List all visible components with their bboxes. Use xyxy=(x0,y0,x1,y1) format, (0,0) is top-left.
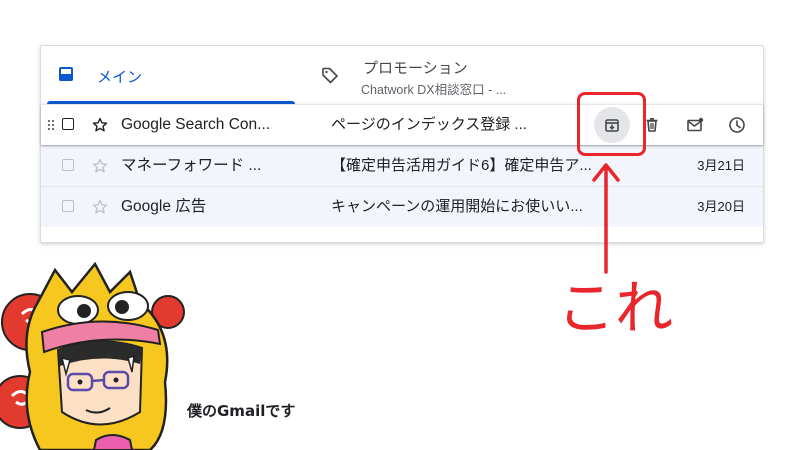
email-subject: 【確定申告活用ガイド6】確定申告ア... xyxy=(331,157,592,174)
annotation-label: これ xyxy=(557,274,673,340)
tab-promotions-preview: Chatwork DX相談窓口 - ... xyxy=(361,83,507,97)
select-checkbox[interactable] xyxy=(62,159,74,171)
annotation-arrow-icon xyxy=(592,163,620,274)
star-icon[interactable] xyxy=(92,117,108,133)
lion-dance-character-illustration xyxy=(0,262,185,450)
email-sender: Google 広告 xyxy=(121,198,207,215)
inbox-icon xyxy=(59,67,73,81)
select-checkbox[interactable] xyxy=(62,118,74,130)
tab-main-label: メイン xyxy=(97,69,143,86)
annotation-label-text: これ xyxy=(557,274,673,340)
tag-icon xyxy=(322,67,338,84)
tab-promotions-label: プロモーション xyxy=(363,60,468,77)
email-date: 3月20日 xyxy=(697,199,745,214)
select-checkbox[interactable] xyxy=(62,200,74,212)
email-row[interactable]: マネーフォワード ... 【確定申告活用ガイド6】確定申告ア... 3月21日 xyxy=(41,145,763,186)
email-subject: キャンペーンの運用開始にお使いい... xyxy=(331,198,583,215)
tab-promotions[interactable]: プロモーション Chatwork DX相談窓口 - ... xyxy=(311,46,611,104)
email-subject: ページのインデックス登録 ... xyxy=(331,116,527,133)
star-icon[interactable] xyxy=(92,199,108,215)
email-date: 3月21日 xyxy=(697,158,745,173)
snooze-icon[interactable] xyxy=(727,115,747,135)
mark-unread-icon[interactable] xyxy=(685,115,705,135)
email-sender: マネーフォワード ... xyxy=(121,157,262,174)
tab-main[interactable]: メイン xyxy=(41,46,296,104)
email-row[interactable]: Google Search Con... ページのインデックス登録 ... xyxy=(41,104,763,145)
email-sender: Google Search Con... xyxy=(121,116,271,133)
email-row[interactable]: Google 広告 キャンペーンの運用開始にお使いい... 3月20日 xyxy=(41,186,763,227)
drag-handle-icon[interactable] xyxy=(47,105,57,145)
star-icon[interactable] xyxy=(92,158,108,174)
category-tabs: メイン プロモーション Chatwork DX相談窓口 - ... xyxy=(41,46,763,104)
gmail-inbox-panel: メイン プロモーション Chatwork DX相談窓口 - ... Google… xyxy=(40,45,764,243)
annotation-highlight-box xyxy=(577,92,646,156)
caption-text: 僕のGmailです xyxy=(187,402,296,420)
